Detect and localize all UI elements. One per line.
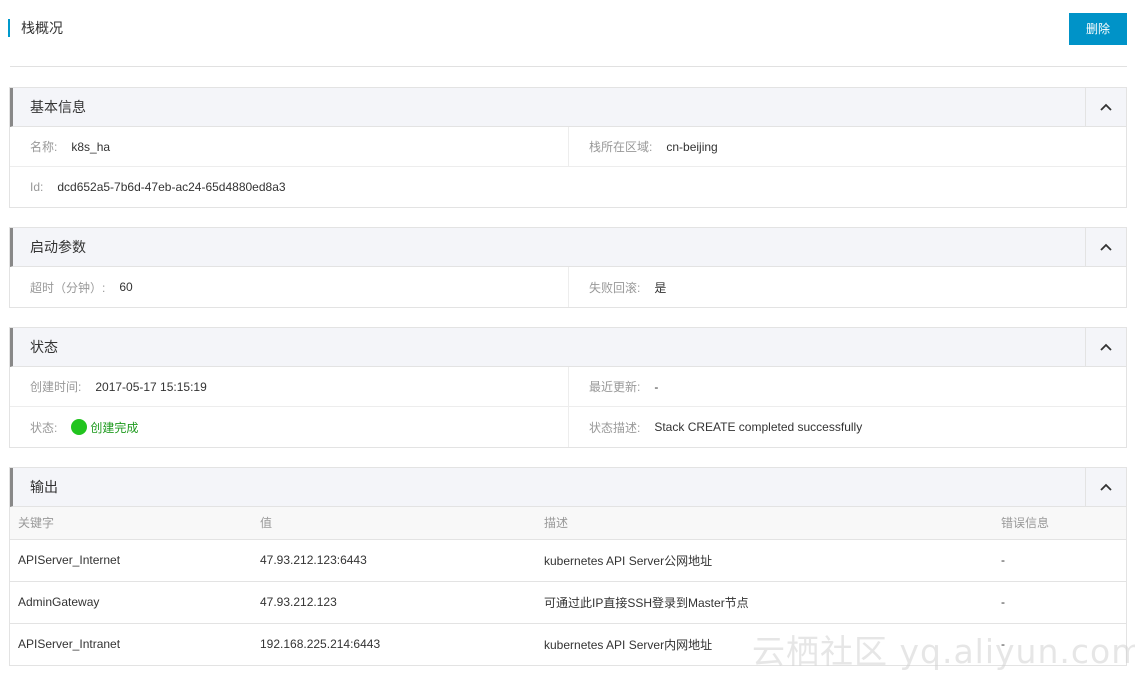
status-row: 创建时间: 2017-05-17 15:15:19 最近更新: - [10, 367, 1126, 407]
output-description: kubernetes API Server公网地址 [536, 539, 993, 582]
page-title: 栈概况 [8, 19, 63, 37]
name-label: 名称: [30, 140, 58, 154]
outputs-header: 输出 [10, 468, 1126, 507]
basic-info-collapse-button[interactable] [1085, 88, 1126, 126]
name-value: k8s_ha [71, 139, 111, 154]
status-header: 状态 [10, 328, 1126, 367]
chevron-up-icon [1100, 103, 1112, 111]
column-header-value: 值 [252, 507, 536, 540]
output-description: 可通过此IP直接SSH登录到Master节点 [536, 581, 993, 624]
id-value: dcd652a5-7b6d-47eb-ac24-65d4880ed8a3 [57, 180, 286, 194]
timeout-label: 超时（分钟）: [30, 280, 106, 295]
launch-params-row: 超时（分钟）: 60 失败回滚: 是 [10, 267, 1126, 307]
region-cell: 栈所在区域: cn-beijing [569, 127, 1126, 166]
output-key: APIServer_Intranet [18, 637, 121, 652]
table-header-row: 关键字 值 描述 错误信息 [10, 507, 1126, 540]
created-label: 创建时间: [30, 380, 82, 394]
outputs-collapse-button[interactable] [1085, 468, 1126, 506]
status-panel: 状态 创建时间: 2017-05-17 15:15:19 最近更新: - 状态:… [9, 327, 1127, 448]
basic-info-row: Id: dcd652a5-7b6d-47eb-ac24-65d4880ed8a3 [10, 167, 1126, 207]
output-error: - [1001, 637, 1005, 652]
basic-info-title: 基本信息 [30, 99, 86, 115]
output-value: 47.93.212.123 [252, 581, 536, 624]
delete-button[interactable]: 删除 [1069, 13, 1127, 45]
rollback-value: 是 [654, 280, 667, 295]
chevron-up-icon [1100, 243, 1112, 251]
status-badge: 创建完成 [71, 419, 138, 436]
state-label: 状态: [30, 420, 58, 435]
launch-params-collapse-button[interactable] [1085, 228, 1126, 266]
column-header-error: 错误信息 [993, 507, 1126, 540]
chevron-up-icon [1100, 483, 1112, 491]
id-label: Id: [30, 180, 44, 194]
output-error: - [993, 581, 1126, 624]
status-desc-cell: 状态描述: Stack CREATE completed successfull… [569, 407, 1126, 447]
basic-info-panel: 基本信息 名称: k8s_ha 栈所在区域: cn-beijing Id: dc… [9, 87, 1127, 208]
updated-cell: 最近更新: - [569, 367, 1126, 406]
timeout-value: 60 [119, 280, 133, 294]
status-row: 状态: 创建完成 状态描述: Stack CREATE completed su… [10, 407, 1126, 447]
launch-params-title: 启动参数 [30, 239, 86, 255]
state-cell: 状态: 创建完成 [10, 407, 569, 447]
basic-info-row: 名称: k8s_ha 栈所在区域: cn-beijing [10, 127, 1126, 167]
updated-value: - [654, 379, 659, 394]
page-header: 栈概况 删除 [0, 0, 1135, 67]
status-title: 状态 [30, 339, 58, 355]
id-cell: Id: dcd652a5-7b6d-47eb-ac24-65d4880ed8a3 [10, 167, 1126, 207]
region-label: 栈所在区域: [589, 140, 653, 154]
success-dot-icon [71, 419, 88, 435]
outputs-title: 输出 [30, 479, 58, 495]
name-cell: 名称: k8s_ha [10, 127, 569, 166]
outputs-panel: 输出 关键字 值 描述 错误信息 APIServer_Internet 47.9… [9, 467, 1127, 666]
output-key: AdminGateway [10, 581, 252, 624]
launch-params-panel: 启动参数 超时（分钟）: 60 失败回滚: 是 [9, 227, 1127, 308]
output-description: kubernetes API Server内网地址 [544, 637, 713, 652]
table-row: APIServer_Intranet 192.168.225.214:6443 … [10, 623, 1126, 665]
status-collapse-button[interactable] [1085, 328, 1126, 366]
output-value: 47.93.212.123:6443 [252, 539, 536, 582]
basic-info-header: 基本信息 [10, 88, 1126, 127]
output-key: APIServer_Internet [10, 539, 252, 582]
created-cell: 创建时间: 2017-05-17 15:15:19 [10, 367, 569, 406]
output-error: - [993, 539, 1126, 582]
column-header-description: 描述 [536, 507, 993, 540]
rollback-label: 失败回滚: [589, 280, 641, 295]
output-value: 192.168.225.214:6443 [260, 637, 381, 652]
updated-label: 最近更新: [589, 380, 641, 394]
column-header-key: 关键字 [10, 507, 252, 540]
status-desc-value: Stack CREATE completed successfully [654, 420, 863, 434]
state-value: 创建完成 [90, 420, 139, 435]
table-row: AdminGateway 47.93.212.123 可通过此IP直接SSH登录… [10, 581, 1126, 624]
region-value: cn-beijing [666, 139, 718, 154]
rollback-cell: 失败回滚: 是 [569, 267, 1126, 307]
outputs-table: 关键字 值 描述 错误信息 APIServer_Internet 47.93.2… [10, 507, 1126, 665]
launch-params-header: 启动参数 [10, 228, 1126, 267]
timeout-cell: 超时（分钟）: 60 [10, 267, 569, 307]
chevron-up-icon [1100, 343, 1112, 351]
created-value: 2017-05-17 15:15:19 [95, 379, 207, 394]
status-desc-label: 状态描述: [589, 420, 641, 435]
header-divider [10, 66, 1127, 67]
table-row: APIServer_Internet 47.93.212.123:6443 ku… [10, 539, 1126, 582]
